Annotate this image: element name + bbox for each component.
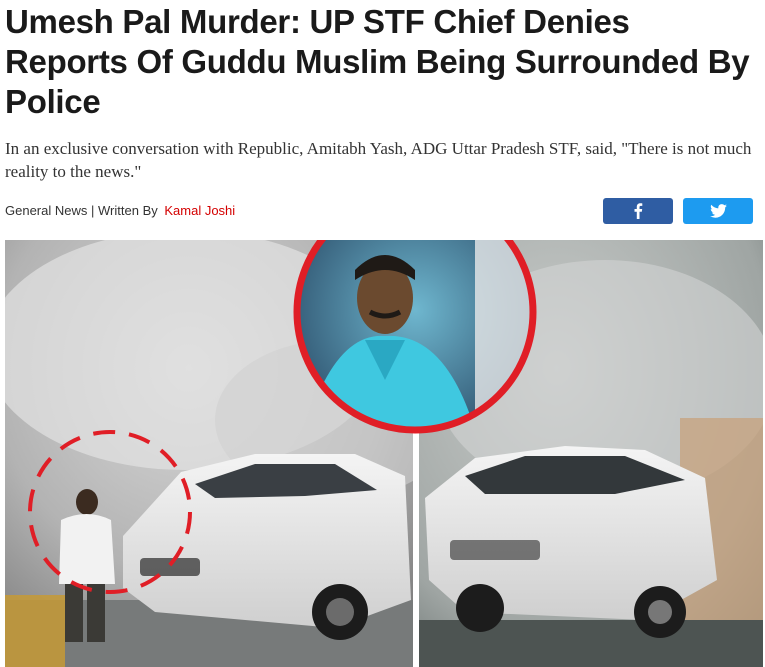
article-headline: Umesh Pal Murder: UP STF Chief Denies Re…	[5, 3, 750, 120]
facebook-share-button[interactable]	[603, 198, 673, 224]
byline-separator: |	[91, 203, 95, 218]
category-link[interactable]: General News	[5, 203, 87, 218]
article-summary: In an exclusive conversation with Republ…	[5, 139, 752, 181]
twitter-icon	[709, 204, 727, 218]
written-by-label: Written By	[98, 203, 158, 218]
hero-image	[5, 240, 763, 667]
author-link[interactable]: Kamal Joshi	[164, 203, 235, 218]
facebook-icon	[633, 203, 643, 219]
twitter-share-button[interactable]	[683, 198, 753, 224]
byline: General News | Written By Kamal Joshi	[5, 202, 235, 220]
